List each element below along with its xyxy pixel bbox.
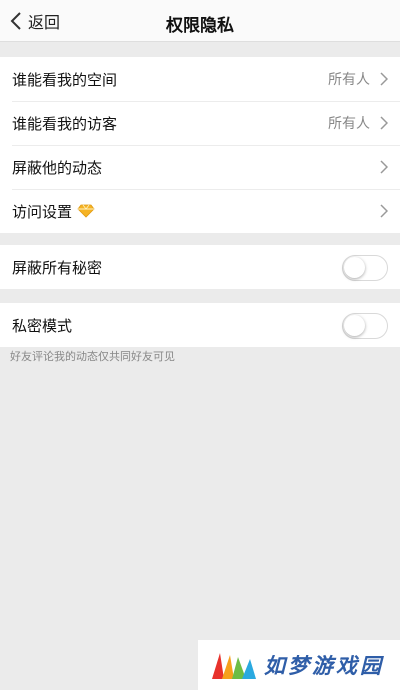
chevron-right-icon [380, 72, 388, 86]
diamond-icon [77, 204, 95, 218]
row-value: 所有人 [328, 71, 370, 87]
row-label: 屏蔽所有秘密 [12, 259, 103, 277]
watermark: 如梦游戏园 [198, 640, 400, 690]
row-label: 访问设置 [12, 201, 95, 222]
block-secrets-toggle[interactable] [342, 255, 388, 281]
who-can-see-space-row[interactable]: 谁能看我的空间 所有人 [0, 57, 400, 101]
private-mode-toggle[interactable] [342, 313, 388, 339]
private-mode-note: 好友评论我的动态仅共同好友可见 [10, 351, 175, 363]
private-mode-row: 私密模式 [0, 303, 400, 347]
private-mode-group: 私密模式 [0, 303, 400, 347]
chevron-right-icon [380, 116, 388, 130]
sail-logo-icon [212, 653, 256, 679]
row-value: 所有人 [328, 115, 370, 131]
chevron-right-icon [380, 204, 388, 218]
row-label: 屏蔽他的动态 [12, 159, 103, 177]
chevron-right-icon [380, 160, 388, 174]
privacy-settings-group: 谁能看我的空间 所有人 谁能看我的访客 所有人 屏蔽他的动态 访问设置 [0, 57, 400, 233]
access-settings-row[interactable]: 访问设置 [0, 189, 400, 233]
who-can-see-visitors-row[interactable]: 谁能看我的访客 所有人 [0, 101, 400, 145]
row-label: 谁能看我的空间 [12, 71, 118, 89]
toggle-knob [344, 257, 365, 278]
block-their-feed-row[interactable]: 屏蔽他的动态 [0, 145, 400, 189]
access-settings-label: 访问设置 [12, 203, 73, 221]
toggle-knob [344, 315, 365, 336]
page-title: 权限隐私 [166, 16, 234, 35]
row-label: 谁能看我的访客 [12, 115, 118, 133]
navigation-bar: 返回 权限隐私 [0, 0, 400, 42]
block-secrets-group: 屏蔽所有秘密 [0, 245, 400, 289]
row-label: 私密模式 [12, 317, 73, 335]
block-all-secrets-row: 屏蔽所有秘密 [0, 245, 400, 289]
watermark-text: 如梦游戏园 [264, 653, 384, 678]
